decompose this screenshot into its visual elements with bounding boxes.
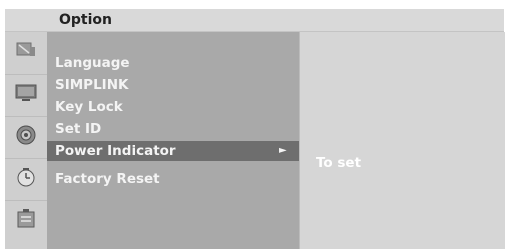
menu-item-label: Power Indicator bbox=[55, 143, 176, 159]
satellite-icon bbox=[15, 39, 37, 65]
category-time[interactable] bbox=[5, 158, 47, 199]
menu-item-factory-reset[interactable]: Factory Reset bbox=[55, 169, 160, 189]
submenu-option-to-set[interactable]: To set bbox=[316, 155, 361, 171]
menu-item-simplink[interactable]: SIMPLINK bbox=[55, 75, 128, 95]
category-satellite[interactable] bbox=[5, 32, 47, 72]
category-option[interactable] bbox=[5, 200, 47, 241]
menu-item-label: SIMPLINK bbox=[55, 77, 129, 93]
page-title: Option bbox=[59, 12, 112, 28]
tv-icon bbox=[14, 82, 38, 108]
menu-item-label: Language bbox=[55, 55, 130, 71]
menu-item-label: Key Lock bbox=[55, 99, 123, 115]
clock-icon bbox=[15, 166, 37, 192]
menu-item-language[interactable]: Language bbox=[55, 53, 130, 73]
menu-item-key-lock[interactable]: Key Lock bbox=[55, 97, 123, 117]
speaker-icon bbox=[15, 124, 37, 150]
menu-item-label: Set ID bbox=[55, 121, 102, 137]
menu-item-label: Factory Reset bbox=[55, 171, 160, 187]
osd-menu-window: Option Language SIMPLINK Key Lock Set ID… bbox=[5, 9, 505, 249]
category-picture[interactable] bbox=[5, 74, 47, 115]
menu-item-set-id[interactable]: Set ID bbox=[55, 119, 101, 139]
submenu-panel: To set bbox=[299, 32, 505, 249]
option-menu-list: Language SIMPLINK Key Lock Set ID Power … bbox=[47, 32, 299, 249]
arrow-right-icon: ► bbox=[279, 145, 287, 156]
menu-header: Option bbox=[5, 9, 504, 32]
option-icon bbox=[15, 208, 37, 234]
category-audio[interactable] bbox=[5, 116, 47, 157]
menu-item-power-indicator[interactable]: Power Indicator ► bbox=[47, 141, 299, 161]
category-icon-column bbox=[5, 32, 47, 249]
